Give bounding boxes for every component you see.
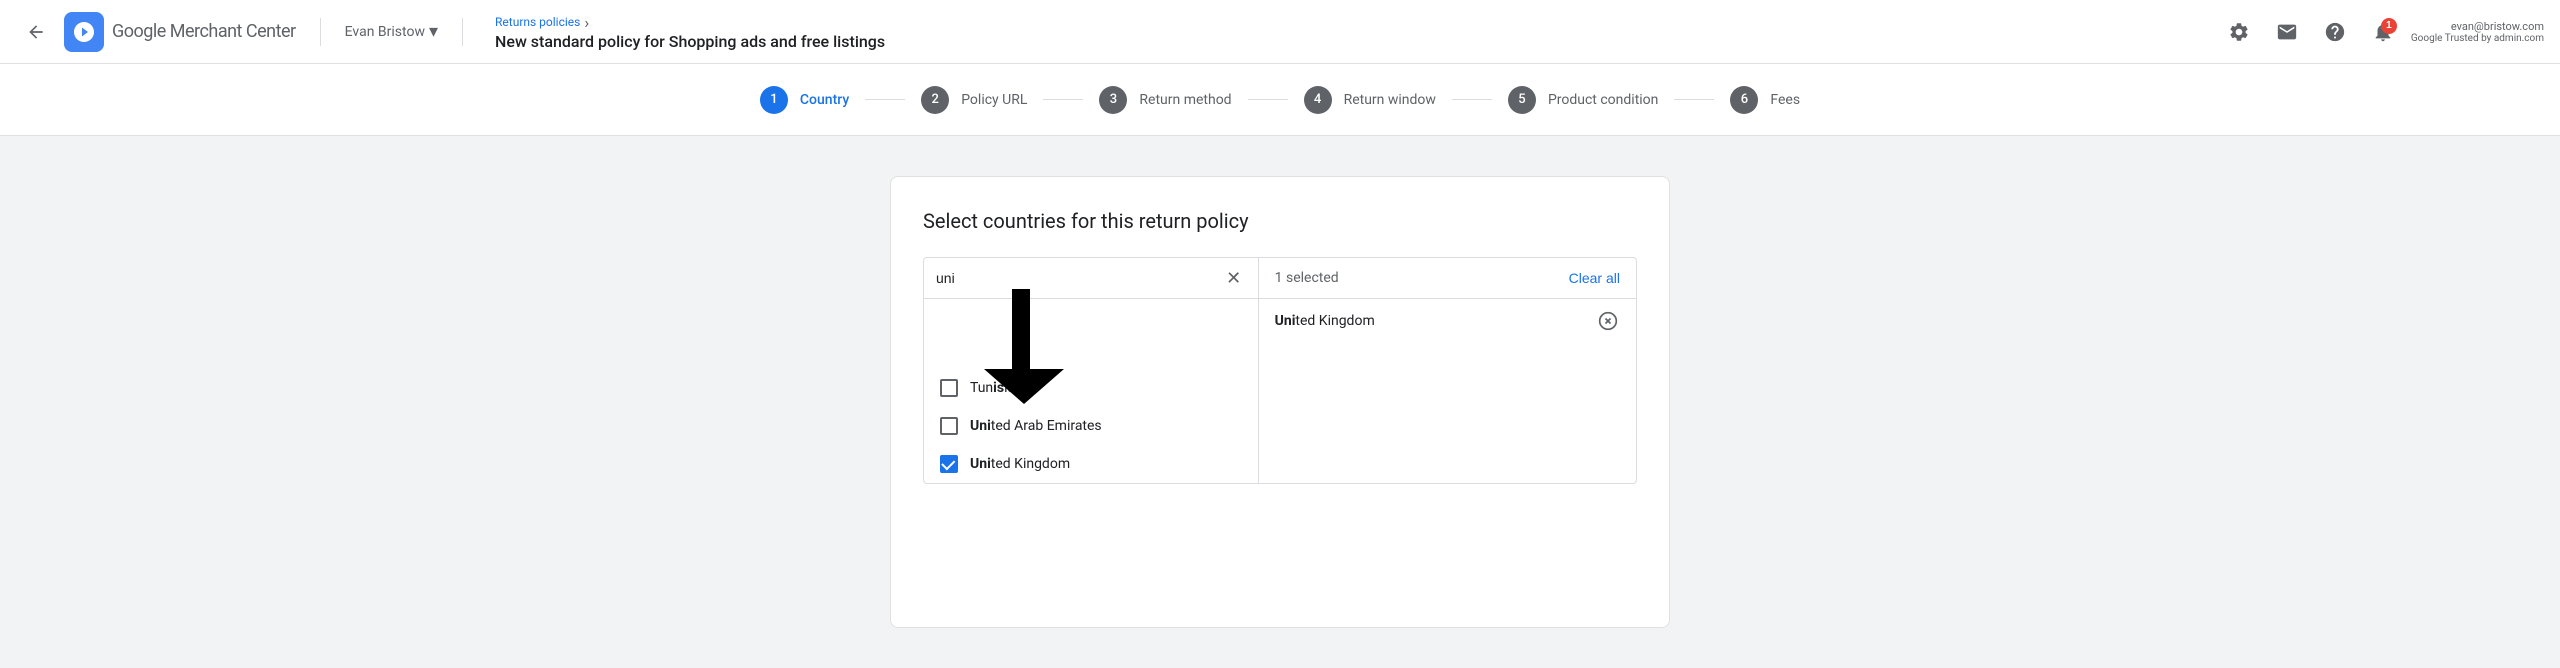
step-connector-2 <box>1043 99 1083 100</box>
step-6-label: Fees <box>1770 92 1800 108</box>
remove-uk-button[interactable] <box>1596 309 1620 333</box>
step-5-number: 5 <box>1508 86 1536 114</box>
step-2-policy-url[interactable]: 2 Policy URL <box>905 86 1043 114</box>
breadcrumb-chevron-icon: › <box>584 13 589 32</box>
page-title: New standard policy for Shopping ads and… <box>495 32 885 51</box>
selected-uk-label: United Kingdom <box>1275 313 1375 329</box>
mail-button[interactable] <box>2267 12 2307 52</box>
step-6-fees[interactable]: 6 Fees <box>1714 86 1816 114</box>
settings-button[interactable] <box>2219 12 2259 52</box>
uae-label: United Arab Emirates <box>970 418 1102 434</box>
tunisia-checkbox[interactable] <box>940 379 958 397</box>
tunisia-label: Tunisia <box>970 380 1015 396</box>
account-chevron-icon: ▾ <box>429 21 438 42</box>
uk-label: United Kingdom <box>970 456 1070 472</box>
step-3-label: Return method <box>1139 92 1231 108</box>
step-connector-1 <box>865 99 905 100</box>
country-search-input[interactable] <box>936 270 1214 286</box>
selected-panel: 1 selected Clear all United Kingdom <box>1259 258 1636 483</box>
search-input-row: ✕ <box>924 258 1258 299</box>
help-button[interactable] <box>2315 12 2355 52</box>
step-2-label: Policy URL <box>961 92 1027 108</box>
brand-name: Google Merchant Center <box>112 21 296 42</box>
header-divider <box>320 18 321 46</box>
step-connector-3 <box>1248 99 1288 100</box>
step-5-product-condition[interactable]: 5 Product condition <box>1492 86 1674 114</box>
arrow-annotation-container: Tunisia United Arab Emirates <box>924 299 1258 483</box>
main-content: Select countries for this return policy … <box>0 136 2560 668</box>
breadcrumb-link[interactable]: Returns policies <box>495 15 580 29</box>
header-left: Google Merchant Center Evan Bristow ▾ Re… <box>16 12 885 52</box>
selected-header: 1 selected Clear all <box>1259 258 1636 299</box>
step-1-country[interactable]: 1 Country <box>744 86 865 114</box>
step-3-return-method[interactable]: 3 Return method <box>1083 86 1247 114</box>
uae-checkbox[interactable] <box>940 417 958 435</box>
country-selection-card: Select countries for this return policy … <box>890 176 1670 628</box>
account-selector[interactable]: Evan Bristow ▾ <box>345 21 438 42</box>
step-5-label: Product condition <box>1548 92 1658 108</box>
back-button[interactable] <box>16 12 56 52</box>
uk-highlight: Uni <box>970 456 991 472</box>
user-account: Google Trusted by admin.com <box>2411 33 2544 44</box>
list-item: United Kingdom <box>1259 299 1636 343</box>
step-6-number: 6 <box>1730 86 1758 114</box>
step-1-label: Country <box>800 92 849 108</box>
step-connector-4 <box>1452 99 1492 100</box>
header-divider2 <box>462 18 463 46</box>
search-panel: ✕ Tunisia <box>924 258 1259 483</box>
notification-badge: 1 <box>2381 18 2397 34</box>
step-4-label: Return window <box>1344 92 1436 108</box>
logo-icon <box>64 12 104 52</box>
selected-count: 1 selected <box>1275 270 1339 286</box>
header: Google Merchant Center Evan Bristow ▾ Re… <box>0 0 2560 64</box>
breadcrumb: Returns policies › <box>495 13 885 32</box>
step-1-number: 1 <box>760 86 788 114</box>
country-selector: ✕ Tunisia <box>923 257 1637 484</box>
breadcrumb-section: Returns policies › New standard policy f… <box>495 13 885 51</box>
account-name: Evan Bristow <box>345 24 425 40</box>
card-title: Select countries for this return policy <box>923 209 1637 233</box>
step-2-number: 2 <box>921 86 949 114</box>
uae-highlight: Uni <box>970 418 991 434</box>
step-4-return-window[interactable]: 4 Return window <box>1288 86 1452 114</box>
step-4-number: 4 <box>1304 86 1332 114</box>
list-item[interactable]: United Kingdom <box>924 445 1258 483</box>
notifications-button[interactable]: 1 <box>2363 12 2403 52</box>
country-list: Tunisia United Arab Emirates <box>924 299 1258 483</box>
header-right: 1 evan@bristow.com Google Trusted by adm… <box>2219 12 2544 52</box>
uk-checkbox[interactable] <box>940 455 958 473</box>
tunisia-highlight: is <box>993 380 1004 396</box>
selected-list: United Kingdom <box>1259 299 1636 483</box>
step-3-number: 3 <box>1099 86 1127 114</box>
user-info: evan@bristow.com Google Trusted by admin… <box>2411 20 2544 44</box>
clear-all-button[interactable]: Clear all <box>1569 270 1620 286</box>
list-item[interactable]: United Arab Emirates <box>924 407 1258 445</box>
clear-search-button[interactable]: ✕ <box>1222 266 1246 290</box>
step-connector-5 <box>1674 99 1714 100</box>
list-item[interactable]: Tunisia <box>924 299 1258 407</box>
user-email: evan@bristow.com <box>2451 20 2544 33</box>
stepper-bar: 1 Country 2 Policy URL 3 Return method 4… <box>0 64 2560 136</box>
selected-uk-highlight: Uni <box>1275 313 1296 329</box>
